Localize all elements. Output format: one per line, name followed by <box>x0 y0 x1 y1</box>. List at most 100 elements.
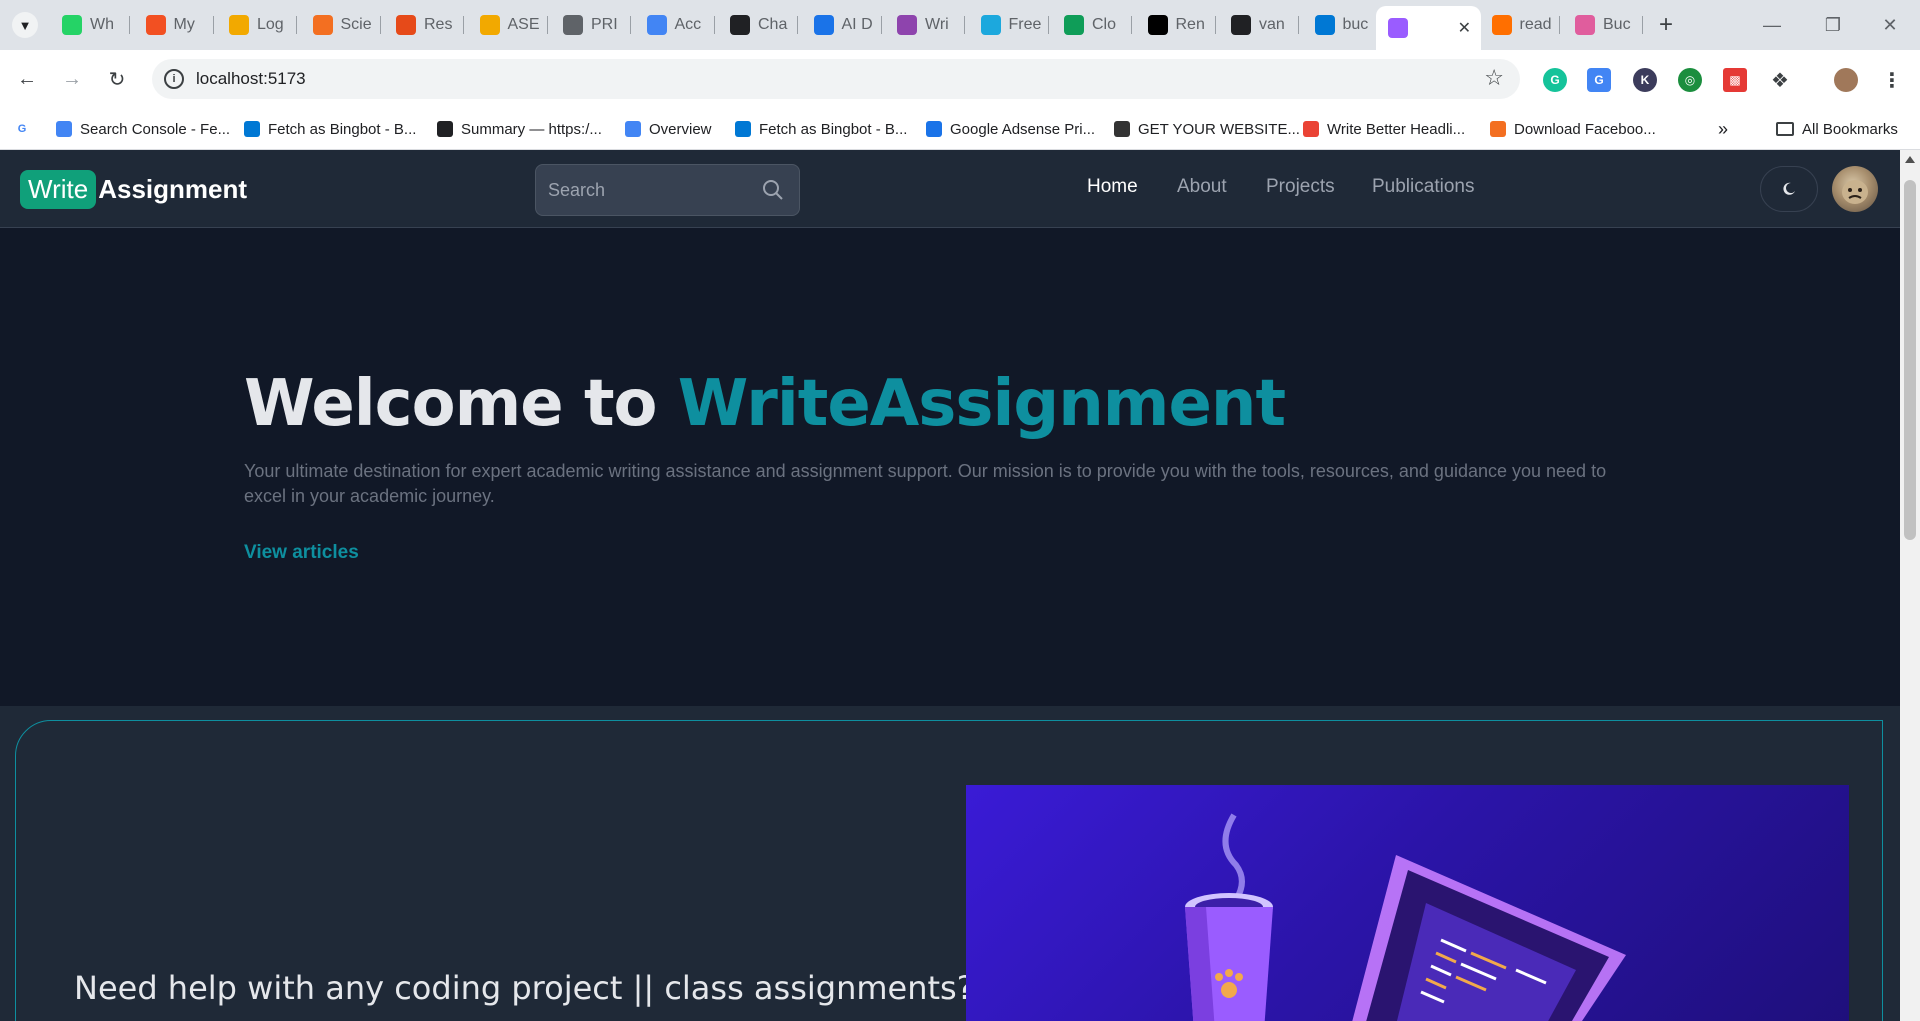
microsoft-icon <box>145 15 166 35</box>
grammarly-icon[interactable]: G <box>1543 68 1567 92</box>
bing-icon <box>244 121 260 137</box>
browser-tab[interactable]: read <box>1480 6 1560 44</box>
bookmark-item[interactable]: Summary — https:/... <box>437 118 602 140</box>
all-bookmarks-label: All Bookmarks <box>1802 120 1898 138</box>
browser-tab[interactable]: Cha <box>718 6 798 44</box>
tab-label: ASE <box>507 16 540 33</box>
tab-separator <box>964 16 965 34</box>
tab-label: buc <box>1342 16 1369 33</box>
bookmark-item[interactable]: Fetch as Bingbot - B... <box>735 118 907 140</box>
browser-tab[interactable]: AI D <box>802 6 882 44</box>
forward-arrow-icon[interactable]: → <box>57 64 87 94</box>
scroll-up-icon[interactable] <box>1905 156 1915 163</box>
tab-label: Scie <box>340 16 372 33</box>
bookmark-item[interactable]: Download Faceboo... <box>1490 118 1656 140</box>
address-bar[interactable]: i localhost:5173 ☆ <box>152 59 1520 99</box>
browser-tab[interactable]: Ren <box>1136 6 1216 44</box>
browser-tab[interactable]: Res <box>384 6 464 44</box>
all-bookmarks-folder[interactable]: All Bookmarks <box>1776 118 1898 140</box>
browser-tab[interactable]: PRI <box>551 6 631 44</box>
bookmark-label: Search Console - Fe... <box>80 120 231 138</box>
k-extension-icon[interactable]: K <box>1633 68 1657 92</box>
more-bookmarks-icon[interactable]: » <box>1718 118 1728 140</box>
bookmark-star-icon[interactable]: ☆ <box>1484 65 1504 91</box>
browser-tab[interactable]: ASE <box>468 6 548 44</box>
tab-separator <box>1047 16 1049 34</box>
tab-search-chevron-icon[interactable]: ▼ <box>12 12 38 38</box>
page-viewport: Write Assignment Home About Projects Pub… <box>0 150 1900 1021</box>
check-icon <box>1303 121 1319 137</box>
azure-icon <box>1314 15 1335 35</box>
browser-tab[interactable]: buc <box>1303 6 1383 44</box>
google-icon[interactable]: G <box>14 118 38 140</box>
nav-publications[interactable]: Publications <box>1372 176 1474 198</box>
tab-label: van <box>1259 16 1285 33</box>
ase-icon <box>479 15 500 35</box>
docs-icon <box>646 15 667 35</box>
promo-heading: Need help with any coding project || cla… <box>74 969 974 1007</box>
restore-icon[interactable]: ❐ <box>1813 10 1853 40</box>
bookmark-item[interactable]: Write Better Headli... <box>1303 118 1465 140</box>
search-input[interactable] <box>536 165 756 215</box>
site-logo[interactable]: Write Assignment <box>20 167 247 211</box>
bookmark-label: Summary — https:/... <box>461 120 602 138</box>
translate-icon[interactable]: G <box>1587 68 1611 92</box>
site-info-icon[interactable]: i <box>164 69 184 89</box>
browser-tab[interactable]: van <box>1219 6 1299 44</box>
page-scrollbar[interactable] <box>1900 150 1920 1021</box>
browser-tab[interactable]: Free <box>969 6 1049 44</box>
browser-tab[interactable]: Wh <box>50 6 130 44</box>
tab-separator <box>212 16 214 34</box>
overview-icon <box>625 121 641 137</box>
browser-tab[interactable]: Scie <box>301 6 381 44</box>
browser-tab[interactable]: Log <box>217 6 297 44</box>
bookmark-item[interactable]: Overview <box>625 118 712 140</box>
new-tab-button[interactable]: + <box>1651 10 1681 40</box>
browser-tab[interactable]: My <box>134 6 214 44</box>
nav-home[interactable]: Home <box>1087 176 1138 198</box>
browser-tab[interactable]: Acc <box>635 6 715 44</box>
scrollbar-thumb[interactable] <box>1904 180 1916 540</box>
theme-toggle-button[interactable] <box>1760 166 1818 212</box>
green-extension-icon[interactable]: ◎ <box>1678 68 1702 92</box>
vite-icon <box>1388 18 1408 38</box>
bookmark-label: Write Better Headli... <box>1327 120 1466 138</box>
promo-section: Need help with any coding project || cla… <box>0 706 1900 1021</box>
hero-title-prefix: Welcome to <box>244 367 678 441</box>
tab-separator <box>1642 16 1643 34</box>
mongodb-icon <box>1064 15 1084 35</box>
search-icon[interactable] <box>761 178 785 202</box>
reload-icon[interactable]: ↻ <box>102 64 132 94</box>
nav-projects[interactable]: Projects <box>1266 176 1335 198</box>
render-icon <box>1147 15 1168 35</box>
browser-menu-icon[interactable]: ⋮ <box>1880 68 1904 92</box>
back-arrow-icon[interactable]: ← <box>12 64 42 94</box>
tab-label: Wri <box>925 16 949 33</box>
user-avatar[interactable] <box>1832 166 1878 212</box>
bookmark-label: Download Faceboo... <box>1514 120 1656 138</box>
tab-separator <box>713 16 715 34</box>
bookmark-item[interactable]: Google Adsense Pri... <box>926 118 1095 140</box>
logo-assignment: Assignment <box>98 173 248 204</box>
browser-tab[interactable]: Clo <box>1052 6 1132 44</box>
e-icon <box>312 15 333 35</box>
close-tab-icon[interactable]: ✕ <box>1458 18 1471 38</box>
nav-about[interactable]: About <box>1177 176 1227 198</box>
tab-label: Log <box>257 16 284 33</box>
browser-tab[interactable]: Buc <box>1563 6 1643 44</box>
browser-tab-bar: ▼ Wh My Log Scie Res ASE PRI Acc Cha AI D Wri Free C… <box>0 0 1920 50</box>
browser-tab[interactable]: ✕ <box>1376 6 1481 50</box>
view-articles-link[interactable]: View articles <box>244 542 359 564</box>
browser-tab[interactable]: Wri <box>885 6 965 44</box>
bookmark-item[interactable]: Fetch as Bingbot - B... <box>244 118 416 140</box>
url-text[interactable]: localhost:5173 <box>196 69 306 89</box>
extensions-puzzle-icon[interactable]: ❖ <box>1768 68 1792 92</box>
tab-label: Acc <box>674 16 702 33</box>
red-extension-icon[interactable]: ▩ <box>1723 68 1747 92</box>
minimize-icon[interactable]: — <box>1752 10 1792 40</box>
bookmark-item[interactable]: GET YOUR WEBSITE... <box>1114 118 1300 140</box>
close-window-icon[interactable]: ✕ <box>1870 10 1910 40</box>
bookmark-item[interactable]: Search Console - Fe... <box>56 118 230 140</box>
profile-avatar[interactable] <box>1834 68 1858 92</box>
github-icon <box>1231 15 1251 35</box>
